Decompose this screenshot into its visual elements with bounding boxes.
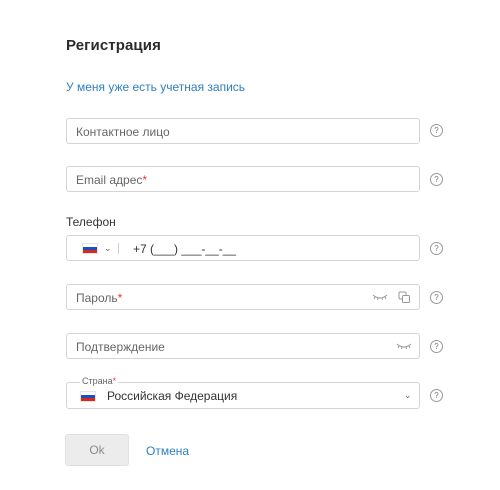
password-help-icon[interactable]: ? <box>430 291 443 304</box>
email-required-mark: * <box>142 173 148 187</box>
password-field[interactable]: Пароль* <box>66 284 420 310</box>
email-placeholder-text: Email адрес <box>76 173 143 187</box>
country-select[interactable]: Российская Федерация ⌄ <box>66 382 420 409</box>
country-value: Российская Федерация <box>107 389 238 403</box>
password-placeholder: Пароль* <box>76 291 122 305</box>
eye-closed-icon[interactable] <box>396 342 412 350</box>
phone-field[interactable]: ⌄ +7 (___) ___-__-__ <box>66 235 420 261</box>
cancel-link[interactable]: Отмена <box>146 444 189 458</box>
password-placeholder-text: Пароль <box>76 291 118 305</box>
phone-divider <box>118 243 119 254</box>
email-field[interactable]: Email адрес* <box>66 166 420 192</box>
copy-icon[interactable] <box>398 291 411 304</box>
confirm-placeholder: Подтверждение <box>76 340 165 354</box>
phone-input[interactable]: +7 (___) ___-__-__ <box>133 242 236 256</box>
russia-flag-icon[interactable] <box>82 243 98 254</box>
country-label: Страна* <box>80 376 119 386</box>
chevron-down-icon[interactable]: ⌄ <box>404 390 412 401</box>
country-help-icon[interactable]: ? <box>430 389 443 402</box>
email-help-icon[interactable]: ? <box>430 173 443 186</box>
confirm-password-field[interactable]: Подтверждение <box>66 333 420 359</box>
email-placeholder: Email адрес* <box>76 173 147 187</box>
contact-person-placeholder: Контактное лицо <box>76 125 170 139</box>
chevron-down-icon[interactable]: ⌄ <box>104 243 112 254</box>
ok-button[interactable]: Ok <box>65 434 129 466</box>
contact-person-field[interactable]: Контактное лицо <box>66 118 420 144</box>
russia-flag-icon <box>80 391 96 402</box>
password-required-mark: * <box>117 291 123 305</box>
country-label-text: Страна <box>82 376 113 386</box>
phone-help-icon[interactable]: ? <box>430 242 443 255</box>
contact-help-icon[interactable]: ? <box>430 124 443 137</box>
confirm-help-icon[interactable]: ? <box>430 340 443 353</box>
page-title: Регистрация <box>66 37 161 54</box>
existing-account-link[interactable]: У меня уже есть учетная запись <box>66 80 245 94</box>
eye-closed-icon[interactable] <box>372 293 388 301</box>
phone-label: Телефон <box>66 215 116 229</box>
registration-page: Регистрация У меня уже есть учетная запи… <box>0 0 500 490</box>
country-required-mark: * <box>112 376 117 386</box>
